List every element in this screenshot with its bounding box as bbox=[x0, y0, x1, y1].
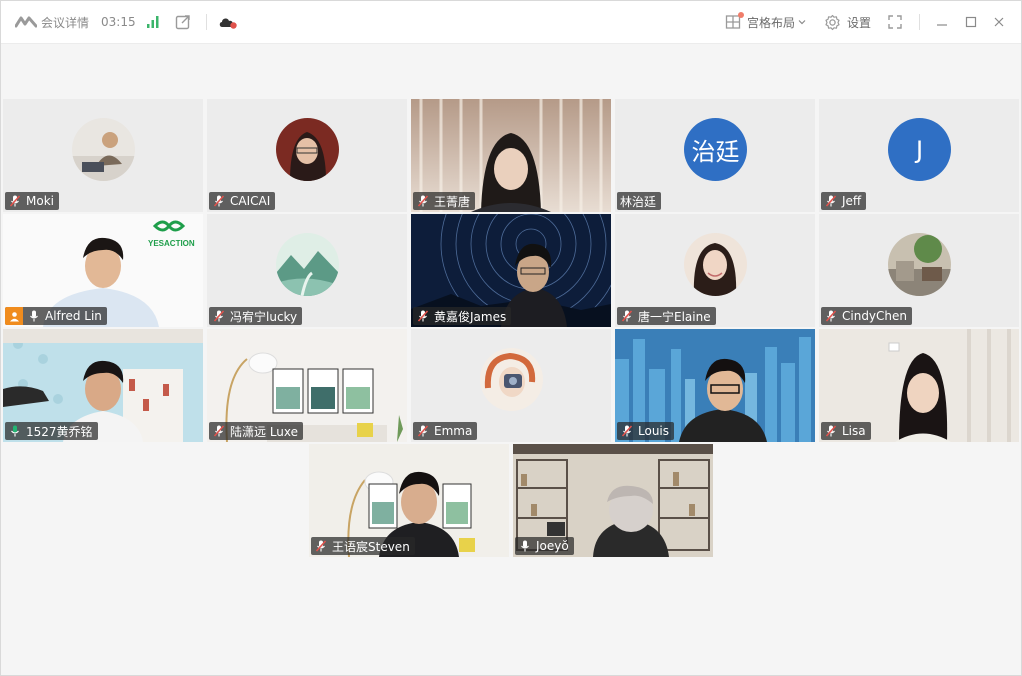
mic-muted-icon bbox=[9, 195, 21, 207]
participant-name: Louis bbox=[638, 424, 670, 438]
cloud-record-icon[interactable] bbox=[218, 1, 238, 43]
share-link-icon[interactable] bbox=[175, 1, 191, 43]
participant-avatar bbox=[684, 233, 747, 296]
participant-avatar bbox=[72, 118, 135, 181]
participant-name-tag: 陆潇远 Luxe bbox=[209, 422, 304, 440]
layout-button[interactable]: 宫格布局 bbox=[725, 1, 806, 43]
video-tile[interactable]: 王语宸Steven bbox=[309, 444, 509, 557]
video-tile[interactable]: 黄嘉俊James bbox=[411, 214, 611, 327]
mic-muted-icon bbox=[417, 310, 429, 322]
participant-name: 1527黄乔铭 bbox=[26, 424, 93, 439]
mic-muted-icon bbox=[621, 310, 633, 322]
participant-name: Moki bbox=[26, 194, 54, 208]
participant-name: CindyChen bbox=[842, 309, 908, 323]
participant-name-tag: 王语宸Steven bbox=[311, 537, 415, 555]
participant-name: 林治廷 bbox=[620, 194, 657, 209]
meeting-timer: 03:15 bbox=[101, 15, 136, 29]
yesaction-logo-text: YESACTION bbox=[148, 239, 195, 248]
video-tile[interactable]: YESACTION Alfred Lin bbox=[3, 214, 203, 327]
video-tile[interactable]: Emma bbox=[411, 329, 611, 442]
mic-icon bbox=[30, 310, 38, 322]
video-tile[interactable]: J Jeff bbox=[819, 99, 1019, 212]
video-tile[interactable]: 治廷 林治廷 bbox=[615, 99, 815, 212]
mic-icon bbox=[521, 540, 529, 552]
participant-name-tag: Lisa bbox=[821, 422, 871, 440]
mic-muted-icon bbox=[417, 195, 429, 207]
mic-muted-icon bbox=[213, 425, 225, 437]
participant-name-tag: Joeyŏ bbox=[515, 537, 574, 555]
participant-name-tag: Alfred Lin bbox=[5, 307, 107, 325]
video-tile[interactable]: 冯宥宁lucky bbox=[207, 214, 407, 327]
participant-name-tag: 冯宥宁lucky bbox=[209, 307, 303, 325]
participant-avatar bbox=[480, 348, 543, 411]
participant-name: 唐一宁Elaine bbox=[638, 309, 711, 324]
app-label: 会议详情 bbox=[41, 15, 90, 30]
participant-name-tag: Louis bbox=[617, 422, 675, 440]
video-tile[interactable]: Louis bbox=[615, 329, 815, 442]
chevron-down-icon bbox=[798, 20, 806, 25]
mic-muted-icon bbox=[213, 310, 225, 322]
notification-dot bbox=[738, 12, 744, 18]
meeting-info-button[interactable]: 会议详情 bbox=[15, 1, 89, 43]
participant-name: 王菁唐 bbox=[434, 194, 471, 209]
participant-name-tag: Emma bbox=[413, 422, 478, 440]
settings-button[interactable]: 设置 bbox=[824, 1, 871, 43]
participant-name: 陆潇远 Luxe bbox=[230, 424, 299, 439]
video-tile-active-speaker[interactable]: 1527黄乔铭 bbox=[3, 329, 203, 442]
participant-name-tag: CAICAI bbox=[209, 192, 276, 210]
app-logo-icon bbox=[15, 16, 37, 28]
participant-avatar bbox=[276, 233, 339, 296]
video-tile[interactable]: 唐一宁Elaine bbox=[615, 214, 815, 327]
meeting-window: 会议详情 03:15 宫格布局 设置 Moki CAICAI 王菁唐 治廷 林治… bbox=[0, 0, 1022, 676]
participant-name: Lisa bbox=[842, 424, 866, 438]
gear-icon bbox=[825, 14, 840, 30]
layout-label: 宫格布局 bbox=[747, 15, 796, 30]
video-tile[interactable]: Joeyŏ bbox=[513, 444, 713, 557]
participant-name-tag: 黄嘉俊James bbox=[413, 307, 512, 325]
participant-name: Joeyŏ bbox=[536, 539, 569, 553]
participant-avatar: 治廷 bbox=[684, 118, 747, 181]
mic-muted-icon bbox=[417, 425, 429, 437]
participant-name-tag: 林治廷 bbox=[617, 192, 662, 210]
participant-name: Jeff bbox=[842, 194, 862, 208]
participant-avatar bbox=[888, 233, 951, 296]
participant-name-tag: 唐一宁Elaine bbox=[617, 307, 716, 325]
fullscreen-icon[interactable] bbox=[887, 1, 903, 43]
participant-avatar bbox=[276, 118, 339, 181]
mic-muted-icon bbox=[825, 195, 837, 207]
participant-name: 黄嘉俊James bbox=[434, 309, 507, 324]
participant-name-tag: 1527黄乔铭 bbox=[5, 422, 98, 440]
video-tile[interactable]: 王菁唐 bbox=[411, 99, 611, 212]
video-tile[interactable]: CAICAI bbox=[207, 99, 407, 212]
title-bar: 会议详情 03:15 宫格布局 设置 bbox=[1, 1, 1021, 44]
participant-name-tag: CindyChen bbox=[821, 307, 913, 325]
participant-avatar: J bbox=[888, 118, 951, 181]
mic-muted-icon bbox=[213, 195, 225, 207]
mic-speaking-icon bbox=[11, 425, 19, 437]
video-tile[interactable]: Lisa bbox=[819, 329, 1019, 442]
participant-name: 冯宥宁lucky bbox=[230, 309, 298, 324]
video-tile[interactable]: CindyChen bbox=[819, 214, 1019, 327]
minimize-icon[interactable] bbox=[935, 1, 949, 43]
host-badge bbox=[5, 307, 23, 325]
maximize-icon[interactable] bbox=[964, 1, 978, 43]
participant-name: 王语宸Steven bbox=[332, 539, 410, 554]
participant-name: CAICAI bbox=[230, 194, 271, 208]
participant-name: Emma bbox=[434, 424, 473, 438]
participant-name-tag: 王菁唐 bbox=[413, 192, 476, 210]
participant-name: Alfred Lin bbox=[45, 309, 102, 323]
settings-label: 设置 bbox=[847, 15, 872, 30]
mic-muted-icon bbox=[621, 425, 633, 437]
network-signal-icon[interactable] bbox=[146, 1, 160, 43]
video-tile[interactable]: Moki bbox=[3, 99, 203, 212]
mic-muted-icon bbox=[825, 425, 837, 437]
participant-name-tag: Jeff bbox=[821, 192, 867, 210]
video-tile[interactable]: 陆潇远 Luxe bbox=[207, 329, 407, 442]
participant-name-tag: Moki bbox=[5, 192, 59, 210]
host-user-icon bbox=[9, 311, 19, 321]
mic-muted-icon bbox=[825, 310, 837, 322]
close-icon[interactable] bbox=[992, 1, 1006, 43]
mic-muted-icon bbox=[315, 540, 327, 552]
